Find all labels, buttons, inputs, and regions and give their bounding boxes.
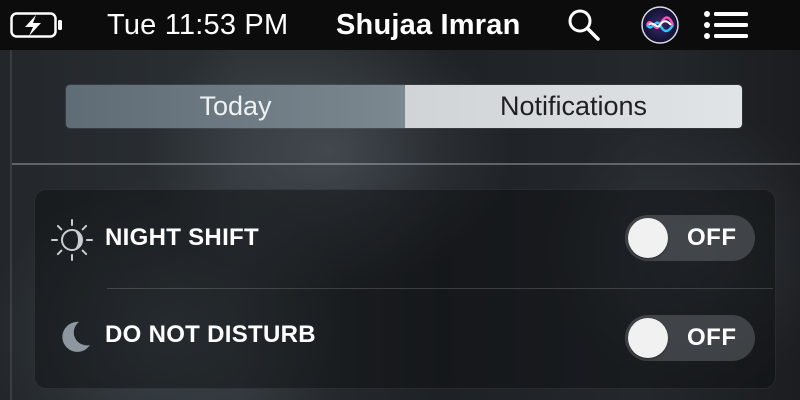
header-separator — [12, 163, 800, 165]
tab-bar: Today Notifications — [66, 85, 742, 128]
do-not-disturb-toggle[interactable]: OFF — [625, 315, 755, 361]
moon-icon — [62, 321, 90, 352]
night-shift-label: NIGHT SHIFT — [105, 224, 259, 251]
left-edge-divider — [10, 50, 12, 400]
toggle-state-label: OFF — [687, 224, 737, 251]
siri-icon[interactable] — [641, 0, 679, 50]
menu-bar-clock[interactable]: Tue 11:53 PM — [107, 0, 288, 50]
toggle-knob — [628, 218, 668, 258]
battery-charging-icon[interactable] — [10, 0, 64, 50]
night-shift-icon — [51, 219, 93, 261]
menu-bar-user-name[interactable]: Shujaa Imran — [336, 0, 521, 50]
tab-today[interactable]: Today — [66, 85, 405, 128]
do-not-disturb-label: DO NOT DISTURB — [105, 321, 316, 348]
notification-center-icon[interactable] — [703, 0, 749, 50]
toggle-knob — [628, 318, 668, 358]
toggle-state-label: OFF — [687, 324, 737, 351]
tab-notifications[interactable]: Notifications — [405, 85, 742, 128]
widget-panel: NIGHT SHIFT OFF DO NOT DISTURB OFF — [34, 189, 776, 389]
night-shift-toggle[interactable]: OFF — [625, 215, 755, 261]
notification-center-screen: Tue 11:53 PM Shujaa Imran Today Notifica… — [0, 0, 800, 400]
menu-bar: Tue 11:53 PM Shujaa Imran — [0, 0, 800, 50]
search-icon[interactable] — [566, 0, 602, 50]
